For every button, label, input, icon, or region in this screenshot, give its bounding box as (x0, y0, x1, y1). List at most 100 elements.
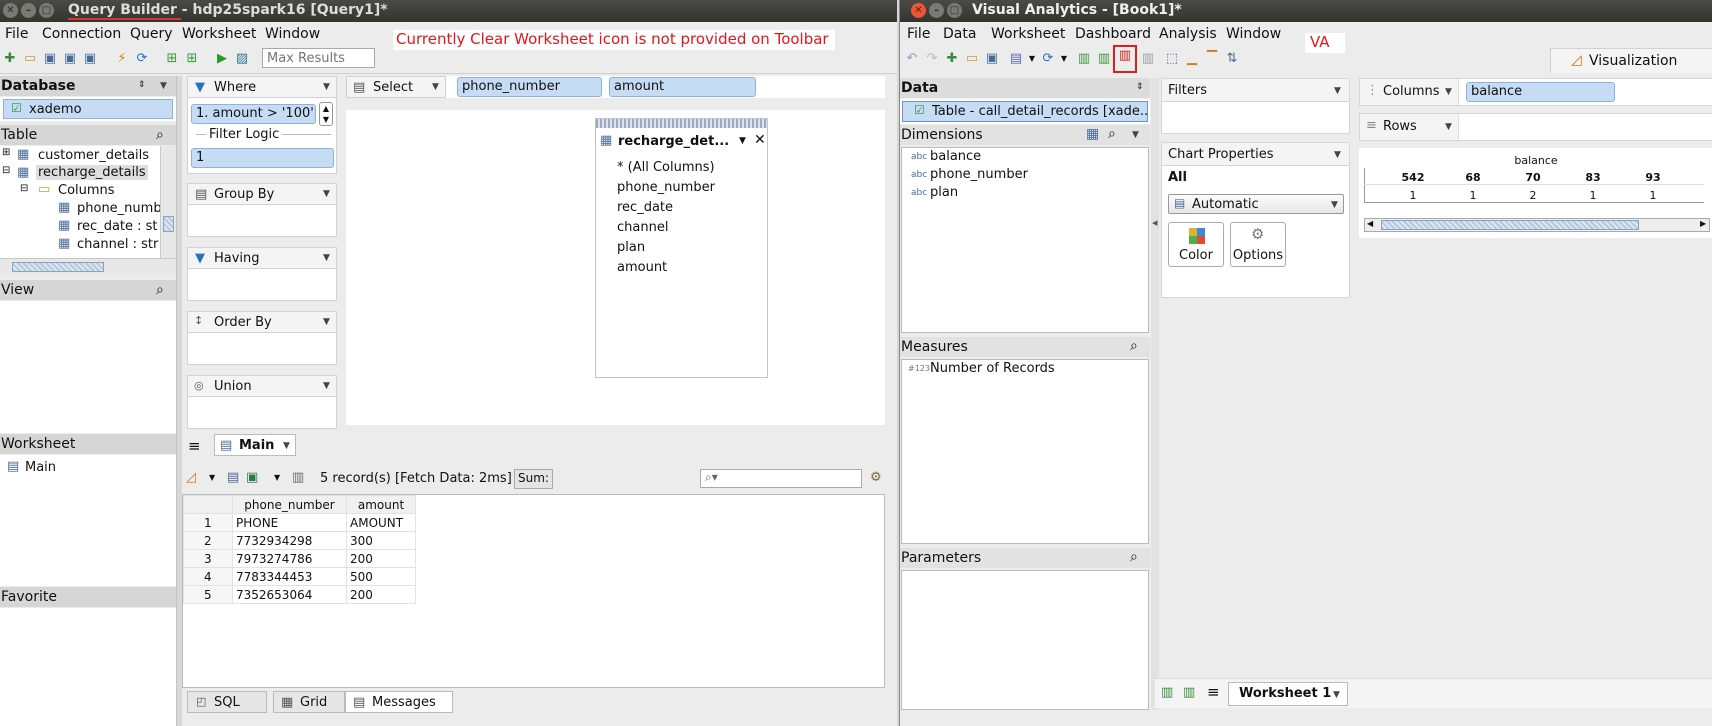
chevron-down-icon[interactable]: ▼ (160, 81, 167, 91)
minimize-window-button[interactable]: – (929, 3, 944, 18)
export-icon[interactable]: ▤ (227, 470, 239, 485)
database-selector[interactable]: ☑ xademo (0, 97, 176, 121)
marquee-icon[interactable]: ⬚ (1164, 51, 1180, 67)
crosstab-cell[interactable]: 1 (1581, 189, 1605, 202)
chevron-down-icon[interactable]: ▼ (739, 136, 746, 146)
crosstab-cell[interactable]: 2 (1521, 189, 1545, 202)
chart-icon[interactable]: ▥ (1140, 51, 1156, 67)
tree-item-recharge-details[interactable]: recharge_details (36, 165, 148, 180)
collapse-handle[interactable]: ◂ (1152, 216, 1158, 229)
expand-icon[interactable]: ⊞ (2, 147, 10, 158)
tab-main[interactable]: ▤ Main ▼ (214, 434, 296, 456)
chart-properties-header[interactable]: Chart Properties ▼ (1161, 142, 1350, 166)
options-button[interactable]: ⚙ Options (1230, 222, 1286, 267)
sort-descending-icon[interactable]: ▔ (1204, 51, 1220, 67)
save-icon[interactable]: ▣ (42, 51, 58, 67)
close-icon[interactable]: ✕ (754, 132, 766, 148)
add-icon[interactable]: ⊞ (164, 51, 180, 67)
database-selected-item[interactable]: ☑ xademo (3, 99, 173, 119)
results-search-input[interactable]: ⌕▾ (700, 469, 862, 488)
menu-window[interactable]: Window (265, 26, 320, 42)
tab-worksheet-1[interactable]: Worksheet 1 ▼ (1228, 682, 1348, 706)
tree-vertical-scrollbar[interactable] (160, 146, 176, 258)
refresh-icon[interactable]: ⟳ (134, 51, 150, 67)
design-canvas[interactable]: ▦ recharge_det... ▼ ✕ * (All Columns) ph… (346, 110, 885, 425)
menu-icon[interactable]: ≡ (1207, 683, 1220, 701)
tab-visualization[interactable]: ◿ Visualization (1550, 48, 1712, 73)
maximize-window-button[interactable]: □ (39, 3, 54, 18)
table-cell[interactable]: AMOUNT (346, 513, 416, 532)
filters-header[interactable]: Filters ▼ (1161, 78, 1350, 102)
splitter[interactable] (1151, 78, 1159, 710)
chevron-down-icon[interactable]: ▼ (1056, 51, 1072, 67)
scroll-thumb[interactable] (12, 262, 104, 272)
connect-icon[interactable]: ⚡ (114, 51, 130, 67)
column-header[interactable]: phone_number (232, 495, 347, 514)
where-condition-chip[interactable]: 1. amount > '100' (191, 104, 316, 124)
collapse-icon[interactable]: ⊟ (2, 165, 10, 176)
chevron-down-icon[interactable]: ▼ (1334, 86, 1341, 96)
chevron-down-icon[interactable]: ▼ (323, 317, 330, 327)
clear-worksheet-icon[interactable]: ▥ (1113, 45, 1137, 73)
maximize-window-button[interactable]: □ (947, 3, 962, 18)
table-box-column[interactable]: * (All Columns) (617, 160, 715, 175)
chart-icon[interactable]: ◿ (186, 470, 196, 485)
menu-file[interactable]: File (907, 26, 930, 42)
execute-to-worksheet-icon[interactable]: ▨ (234, 51, 250, 67)
sort-icon[interactable]: ⇕ (1136, 82, 1144, 92)
union-header[interactable]: ◎ Union ▼ (187, 375, 337, 397)
search-icon[interactable]: ⌕ (1130, 549, 1138, 565)
search-icon[interactable]: ⌕ (156, 282, 164, 298)
tree-item-customer-details[interactable]: customer_details (38, 148, 149, 163)
table-cell[interactable]: 300 (346, 531, 416, 550)
menu-file[interactable]: File (5, 26, 28, 42)
table-cell[interactable]: 200 (346, 585, 416, 604)
swap-icon[interactable]: ⇅ (1224, 51, 1240, 67)
menu-worksheet[interactable]: Worksheet (991, 26, 1065, 42)
table-row[interactable]: 5 7352653064 200 (183, 585, 416, 604)
rows-shelf-header[interactable]: ≡ Rows ▼ (1360, 114, 1459, 140)
close-window-button[interactable]: ✕ (3, 3, 18, 18)
menu-dashboard[interactable]: Dashboard (1075, 26, 1151, 42)
crosstab-cell[interactable]: 1 (1401, 189, 1425, 202)
crosstab-column-header[interactable]: 542 (1401, 171, 1425, 184)
save-icon[interactable]: ▣ (984, 51, 1000, 67)
chevron-down-icon[interactable]: ▼ (323, 381, 330, 391)
chevron-down-icon[interactable]: ▼ (323, 189, 330, 199)
results-grid[interactable]: phone_number amount 1 PHONE AMOUNT 2 773… (182, 494, 885, 688)
crosstab-column-header[interactable]: 70 (1521, 171, 1545, 184)
data-source-item[interactable]: ☑ Table - call_detail_records [xade... (902, 101, 1148, 122)
new-dashboard-icon[interactable]: ▥ (1183, 685, 1195, 700)
chevron-down-icon[interactable]: ▼ (323, 253, 330, 263)
tree-item-channel[interactable]: channel : str (77, 237, 158, 252)
table-row[interactable]: 4 7783344453 500 (183, 567, 416, 586)
table-row[interactable]: 1 PHONE AMOUNT (183, 513, 416, 532)
table-cell[interactable]: 7783344453 (232, 567, 347, 586)
chevron-down-icon[interactable]: ▼ (1132, 130, 1139, 140)
chevron-down-icon[interactable]: ▼ (1331, 200, 1338, 210)
chevron-down-icon[interactable]: ▼ (432, 82, 439, 92)
export-excel-icon[interactable]: ▣ (246, 470, 258, 485)
chevron-down-icon[interactable]: ▼ (1334, 150, 1341, 160)
duplicate-worksheet-icon[interactable]: ▥ (1096, 51, 1112, 67)
save-all-icon[interactable]: ▣ (82, 51, 98, 67)
collapse-icon[interactable]: ⊟ (20, 183, 28, 194)
dimension-item[interactable]: plan (930, 185, 958, 200)
search-icon[interactable]: ⌕ (1108, 126, 1116, 142)
chevron-down-icon[interactable]: ▼ (283, 441, 290, 451)
color-button[interactable]: Color (1168, 222, 1224, 267)
menu-query[interactable]: Query (130, 26, 173, 42)
add-table-icon[interactable]: ⊞ (184, 51, 200, 67)
table-cell[interactable]: 7352653064 (232, 585, 347, 604)
crosstab-cell[interactable]: 1 (1641, 189, 1665, 202)
chart-type-select[interactable]: ▤ Automatic ▼ (1168, 194, 1344, 214)
execute-icon[interactable]: ▶ (214, 51, 230, 67)
search-icon[interactable]: ⌕ (156, 127, 164, 143)
having-header[interactable]: ▼ Having ▼ (187, 247, 337, 269)
tree-item-columns[interactable]: Columns (58, 183, 115, 198)
crosstab-column-header[interactable]: 93 (1641, 171, 1665, 184)
max-results-input[interactable] (262, 48, 375, 68)
dimension-item[interactable]: phone_number (930, 167, 1028, 182)
scroll-left-icon[interactable]: ◀ (1367, 219, 1373, 228)
open-folder-icon[interactable]: ▭ (22, 51, 38, 67)
